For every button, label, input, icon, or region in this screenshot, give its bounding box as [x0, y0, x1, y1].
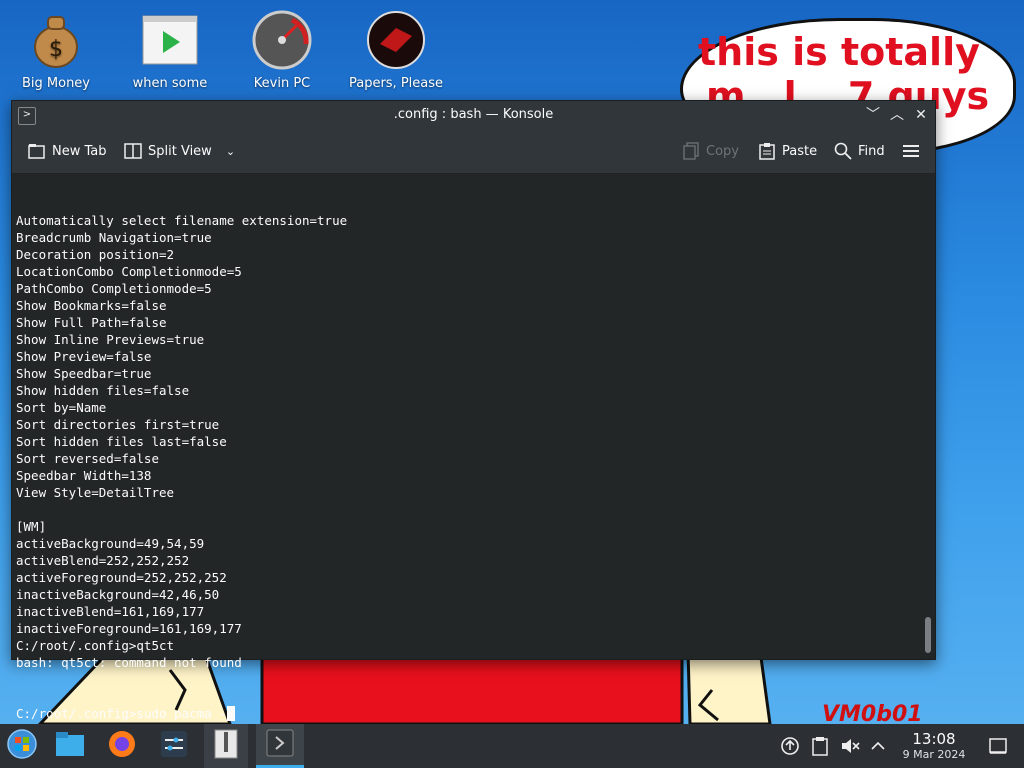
terminal-line: Sort hidden files last=false — [16, 434, 227, 449]
terminal-line: [WM] — [16, 519, 47, 534]
desktop-icon-label: when some — [132, 76, 208, 91]
konsole-window: > .config : bash — Konsole ﹀ ︿ ✕ New Tab… — [11, 100, 936, 721]
terminal-line: View Style=DetailTree — [16, 485, 175, 500]
start-menu-button[interactable] — [0, 724, 44, 768]
terminal-prompt-line[interactable]: C:/root/.config>sudo pacma - — [16, 705, 935, 722]
terminal-line: Sort by=Name — [16, 400, 107, 415]
svg-text:$: $ — [49, 37, 63, 62]
copy-button[interactable]: Copy — [682, 141, 739, 161]
chevron-down-icon[interactable]: ⌄ — [226, 145, 235, 158]
terminal-output[interactable]: Automatically select filename extension=… — [12, 174, 935, 721]
terminal-line: Breadcrumb Navigation=true — [16, 230, 212, 245]
paste-label: Paste — [782, 143, 818, 159]
task-archive[interactable] — [204, 724, 248, 768]
find-button[interactable]: Find — [834, 141, 885, 161]
taskbar: 13:08 9 Mar 2024 — [0, 724, 1024, 768]
folder-icon — [55, 731, 85, 761]
scrollbar-handle[interactable] — [925, 617, 931, 653]
terminal-line: Show Inline Previews=true — [16, 332, 205, 347]
new-tab-label: New Tab — [52, 143, 107, 159]
papers-please-icon — [366, 10, 426, 70]
copy-icon — [682, 142, 700, 160]
archive-icon — [214, 729, 238, 763]
terminal-line: Show Preview=false — [16, 349, 152, 364]
copy-label: Copy — [706, 143, 739, 159]
terminal-line: Sort directories first=true — [16, 417, 220, 432]
desktop-icon-big-money[interactable]: $ Big Money — [8, 10, 104, 91]
update-icon[interactable] — [780, 736, 800, 756]
search-icon — [834, 142, 852, 160]
text-cursor — [226, 706, 235, 721]
task-file-manager[interactable] — [48, 724, 92, 768]
desktop-icon-papers-please[interactable]: Papers, Please — [348, 10, 444, 91]
desktop-icon-label: Kevin PC — [253, 76, 311, 91]
speech-bubble-line: this is totally — [698, 30, 980, 74]
paste-button[interactable]: Paste — [758, 141, 817, 161]
new-tab-icon — [28, 142, 46, 160]
find-label: Find — [858, 143, 885, 159]
prompt-text: C:/root/.config>sudo pacma - — [16, 706, 227, 721]
task-konsole[interactable] — [256, 724, 304, 768]
terminal-line: PathCombo Completionmode=5 — [16, 281, 212, 296]
terminal-line: activeForeground=252,252,252 — [16, 570, 227, 585]
terminal-line: inactiveBlend=161,169,177 — [16, 604, 205, 619]
terminal-line: LocationCombo Completionmode=5 — [16, 264, 242, 279]
clock-date: 9 Mar 2024 — [902, 748, 966, 761]
terminal-line: activeBlend=252,252,252 — [16, 553, 190, 568]
paste-icon — [758, 142, 776, 160]
terminal-line: Show Speedbar=true — [16, 366, 152, 381]
terminal-line: activeBackground=49,54,59 — [16, 536, 205, 551]
new-tab-button[interactable]: New Tab — [28, 141, 107, 161]
title-bar[interactable]: > .config : bash — Konsole ﹀ ︿ ✕ — [12, 101, 935, 129]
desktop-icon-label: Big Money — [21, 76, 90, 91]
task-firefox[interactable] — [100, 724, 144, 768]
split-view-label: Split View — [148, 143, 212, 159]
clipboard-icon[interactable] — [810, 736, 830, 756]
desktop-icon-when-some[interactable]: when some — [122, 10, 218, 91]
terminal-line: Speedbar Width=138 — [16, 468, 152, 483]
terminal-line: inactiveBackground=42,46,50 — [16, 587, 220, 602]
terminal-line: inactiveForeground=161,169,177 — [16, 621, 242, 636]
toolbar: New Tab Split View ⌄ Copy Paste Find — [12, 129, 935, 174]
show-desktop-icon[interactable] — [988, 736, 1008, 756]
hamburger-menu-icon — [902, 142, 920, 160]
terminal-lines: Automatically select filename extension=… — [16, 212, 935, 671]
terminal-line: Show Bookmarks=false — [16, 298, 167, 313]
clock[interactable]: 13:08 9 Mar 2024 — [896, 730, 972, 762]
video-play-icon — [140, 10, 200, 70]
terminal-line: Automatically select filename extension=… — [16, 213, 348, 228]
terminal-line: Decoration position=2 — [16, 247, 175, 262]
speedometer-icon — [252, 10, 312, 70]
start-menu-icon — [7, 729, 37, 763]
hamburger-menu-button[interactable] — [902, 141, 920, 161]
firefox-icon — [107, 729, 137, 763]
terminal-line: C:/root/.config>qt5ct — [16, 638, 175, 653]
terminal-line: Show hidden files=false — [16, 383, 190, 398]
desktop-icon-kevin-pc[interactable]: Kevin PC — [234, 10, 330, 91]
terminal-icon — [266, 729, 294, 761]
window-title: .config : bash — Konsole — [393, 107, 554, 122]
split-view-icon — [124, 142, 142, 160]
volume-muted-icon[interactable] — [840, 736, 860, 756]
maximize-button[interactable]: ︿ — [887, 105, 907, 125]
minimize-button[interactable]: ﹀ — [863, 105, 883, 125]
close-button[interactable]: ✕ — [911, 105, 931, 125]
money-bag-icon: $ — [26, 10, 86, 70]
split-view-button[interactable]: Split View ⌄ — [124, 141, 235, 161]
task-settings[interactable] — [152, 724, 196, 768]
settings-icon — [160, 730, 188, 762]
clock-time: 13:08 — [912, 730, 956, 748]
desktop-icon-label: Papers, Please — [348, 76, 444, 91]
terminal-line: Show Full Path=false — [16, 315, 167, 330]
terminal-line: bash: qt5ct: command not found — [16, 655, 242, 670]
chevron-up-icon[interactable] — [868, 736, 888, 756]
terminal-line: Sort reversed=false — [16, 451, 159, 466]
